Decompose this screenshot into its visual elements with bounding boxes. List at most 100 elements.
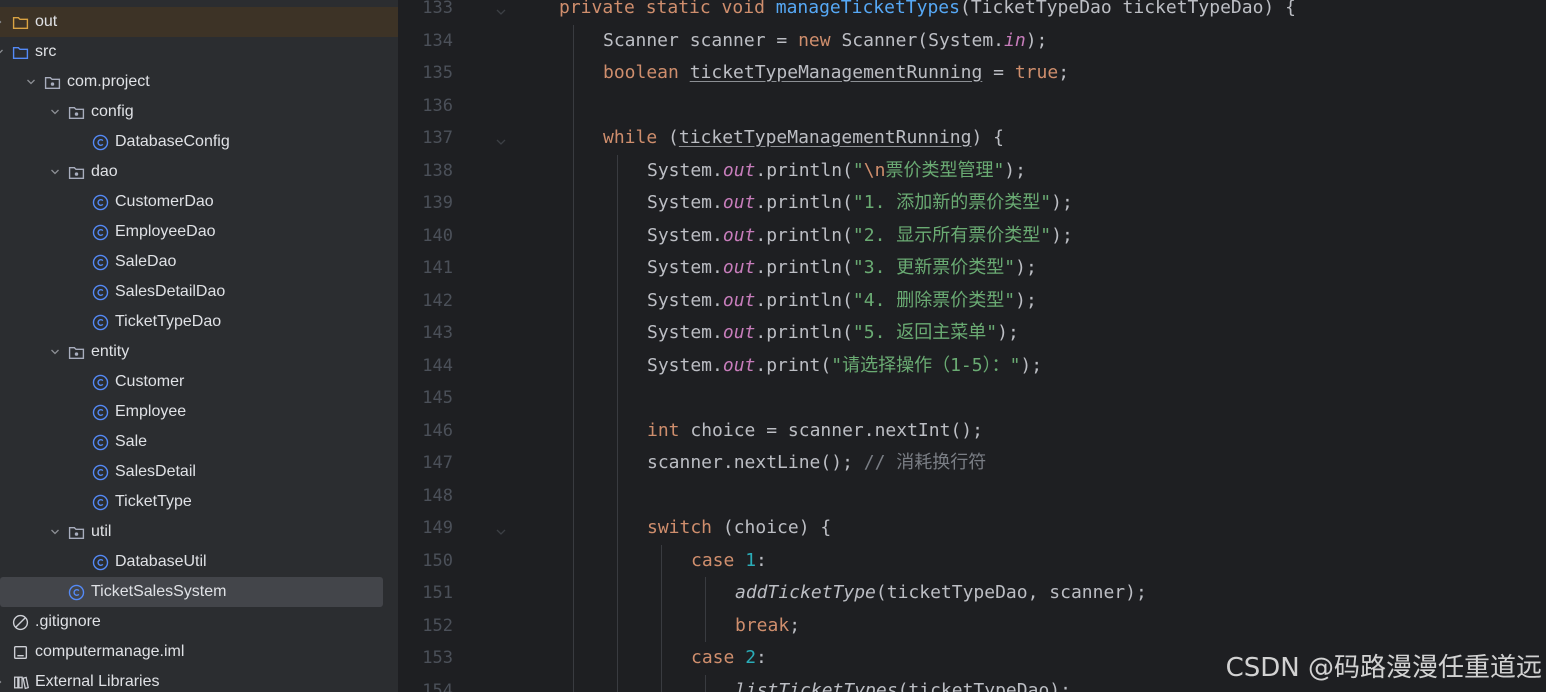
code-token: ( [668,127,679,148]
code-line[interactable]: System.out.println("\n票价类型管理"); [647,155,1026,188]
tree-item-out[interactable]: out [0,7,398,37]
tree-item-label: CustomerDao [115,193,214,210]
line-number: 142 [422,290,453,311]
tree-item-employeedao[interactable]: EmployeeDao [0,217,398,247]
chevron-down-icon[interactable] [48,525,62,539]
chevron-down-icon[interactable] [48,105,62,119]
tree-item-customer[interactable]: Customer [0,367,398,397]
code-line[interactable]: case 2: [691,642,767,675]
code-line[interactable]: System.out.println("4. 删除票价类型"); [647,285,1037,318]
tree-item-employee[interactable]: Employee [0,397,398,427]
code-token: System. [647,192,723,213]
line-number: 137 [422,128,453,148]
fold-icon[interactable] [495,523,507,535]
chevron-down-icon[interactable] [0,45,6,59]
line-number: 140 [422,225,453,246]
class-icon [92,374,109,391]
tree-item-salesdetail[interactable]: SalesDetail [0,457,398,487]
tree-item-src[interactable]: src [0,37,398,67]
code-line[interactable]: break; [735,610,800,643]
tree-item-label: util [91,523,112,540]
tree-item-label: TicketSalesSystem [91,583,227,600]
folder-icon [12,44,29,61]
code-token: ); [1015,257,1037,278]
code-line[interactable]: private static void manageTicketTypes(Ti… [559,0,1296,25]
tree-item-gitignore[interactable]: .gitignore [0,607,398,637]
chevron-down-icon[interactable] [24,75,38,89]
code-token: ; [789,614,801,636]
code-token: .println( [755,159,853,181]
code-editor[interactable]: 133 134 135 136 137 138 139 140 141 142 143 144 145 1… [398,0,1546,692]
code-line[interactable]: addTicketType(ticketTypeDao, scanner); [735,577,1147,610]
code-line[interactable]: int choice = scanner.nextInt(); [647,415,983,448]
line-number: 153 [422,648,453,668]
tree-item-util[interactable]: util [0,517,398,547]
code-token: 2 [745,647,757,668]
class-icon [68,584,85,601]
code-line[interactable]: scanner.nextLine(); // 消耗换行符 [647,447,986,480]
package-icon [68,104,85,121]
line-number: 136 [422,95,453,116]
code-token: manageTicketTypes [775,0,960,18]
tree-item-label: Sale [115,433,148,450]
class-icon [92,554,109,571]
code-token: int [647,419,691,441]
code-line[interactable]: switch (choice) { [647,512,831,545]
code-token: private static void [559,0,776,18]
tree-item-saledao[interactable]: SaleDao [0,247,398,277]
code-token: (ticketTypeDao); [897,679,1071,692]
tree-item-label: Employee [115,403,187,420]
code-token: System. [647,354,723,376]
code-line[interactable]: Scanner scanner = new Scanner(System.in)… [603,25,1047,58]
tree-item-com-project[interactable]: com.project [0,67,398,97]
tree-item-customerdao[interactable]: CustomerDao [0,187,398,217]
tree-item-salesdetaildao[interactable]: SalesDetailDao [0,277,398,307]
code-token: .println( [755,224,853,246]
chevron-right-icon[interactable] [0,15,6,29]
line-number: 147 [422,453,453,473]
code-token: ); [1051,224,1073,246]
line-number: 150 [422,550,453,571]
code-line[interactable]: case 1: [691,545,767,578]
chevron-down-icon[interactable] [48,345,62,359]
package-icon [68,524,85,541]
code-line[interactable]: System.out.println("1. 添加新的票价类型"); [647,187,1073,220]
class-icon [92,434,109,451]
code-line[interactable]: System.out.println("3. 更新票价类型"); [647,252,1037,285]
code-line[interactable]: System.out.println("2. 显示所有票价类型"); [647,220,1073,253]
tree-item-tickettypedao[interactable]: TicketTypeDao [0,307,398,337]
tree-item-label: .gitignore [35,613,101,630]
tree-item-databaseutil[interactable]: DatabaseUtil [0,547,398,577]
code-token: break [735,614,790,636]
fold-icon[interactable] [495,133,507,145]
fold-icon[interactable] [495,3,507,15]
project-tree: out src com.project config DatabaseConfig dao… [0,0,398,692]
code-token: System. [647,224,723,246]
code-token: Scanner scanner = [603,29,799,51]
code-line[interactable]: System.out.print("请选择操作（1-5）："); [647,350,1042,383]
tree-item-dao[interactable]: dao [0,157,398,187]
tree-item-computermanage-iml[interactable]: computermanage.iml [0,637,398,667]
code-line[interactable]: while (ticketTypeManagementRunning) { [603,122,1004,155]
code-token: System. [647,257,723,278]
code-line[interactable]: boolean ticketTypeManagementRunning = tr… [603,57,1069,90]
line-number: 146 [422,420,453,441]
tree-item-tickettype[interactable]: TicketType [0,487,398,517]
line-number: 141 [422,258,453,278]
tree-item-ticketsalessystem[interactable]: TicketSalesSystem [0,577,383,607]
chevron-right-icon[interactable] [0,675,6,689]
tree-item-external-libraries[interactable]: External Libraries [0,667,398,692]
tree-item-sale[interactable]: Sale [0,427,398,457]
tree-item-config[interactable]: config [0,97,398,127]
code-line[interactable]: System.out.println("5. 返回主菜单"); [647,317,1019,350]
code-line[interactable]: listTicketTypes(ticketTypeDao); [735,675,1071,692]
code-token: "5. 返回主菜单" [852,322,998,343]
code-token: out [722,354,756,376]
code-token: System. [647,159,723,181]
line-number: 152 [422,615,453,636]
chevron-down-icon[interactable] [48,165,62,179]
line-number: 138 [422,160,453,181]
line-number: 144 [422,355,453,376]
tree-item-databaseconfig[interactable]: DatabaseConfig [0,127,398,157]
tree-item-entity[interactable]: entity [0,337,398,367]
